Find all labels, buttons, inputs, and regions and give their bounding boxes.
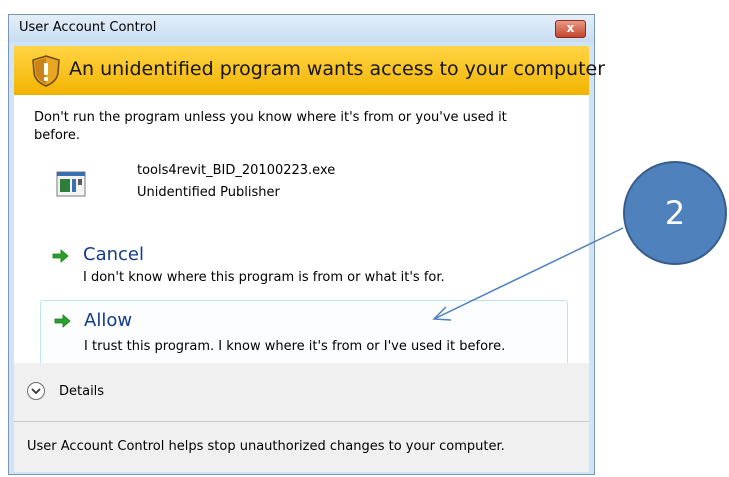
callout-number: 2 (664, 194, 686, 232)
callout-arrow (432, 227, 624, 321)
callout-badge: 2 (623, 161, 727, 265)
